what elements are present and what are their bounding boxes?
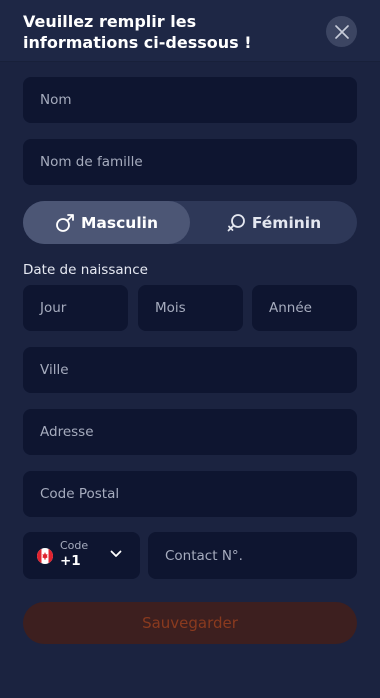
modal-header: Veuillez remplir les informations ci-des… (0, 0, 380, 62)
dob-label: Date de naissance (23, 262, 148, 278)
canada-flag-icon (37, 548, 53, 564)
address-field[interactable]: Adresse (23, 409, 357, 455)
postal-code-placeholder: Code Postal (40, 486, 120, 502)
dob-year-field[interactable]: Année (252, 285, 357, 331)
last-name-placeholder: Nom de famille (40, 154, 143, 170)
gender-toggle: Masculin Féminin (23, 201, 357, 244)
postal-code-field[interactable]: Code Postal (23, 471, 357, 517)
gender-male-label: Masculin (81, 213, 158, 232)
first-name-placeholder: Nom (40, 92, 72, 108)
dob-month-placeholder: Mois (155, 300, 186, 316)
dob-day-placeholder: Jour (40, 300, 67, 316)
country-code-value: +1 (60, 553, 81, 569)
contact-number-placeholder: Contact N°. (165, 547, 243, 564)
gender-female-label: Féminin (251, 213, 322, 232)
country-code-select[interactable]: Code +1 (23, 532, 140, 579)
dob-day-field[interactable]: Jour (23, 285, 128, 331)
close-button[interactable] (326, 16, 357, 47)
save-button-label: Sauvegarder (142, 614, 238, 632)
country-code-label: Code (60, 539, 89, 552)
city-field[interactable]: Ville (23, 347, 357, 393)
first-name-field[interactable]: Nom (23, 77, 357, 123)
save-button[interactable]: Sauvegarder (23, 602, 357, 644)
dob-month-field[interactable]: Mois (138, 285, 243, 331)
page-title: Veuillez remplir les informations ci-des… (23, 12, 252, 52)
close-icon (334, 24, 349, 39)
gender-male-button[interactable]: Masculin (23, 201, 190, 244)
last-name-field[interactable]: Nom de famille (23, 139, 357, 185)
female-symbol-icon (227, 213, 245, 231)
male-symbol-icon (56, 213, 74, 232)
chevron-down-icon (110, 550, 122, 557)
contact-number-field[interactable]: Contact N°. (148, 532, 357, 579)
dob-year-placeholder: Année (269, 300, 312, 316)
city-placeholder: Ville (40, 362, 69, 378)
gender-female-button[interactable]: Féminin (190, 201, 357, 244)
address-placeholder: Adresse (40, 424, 94, 440)
